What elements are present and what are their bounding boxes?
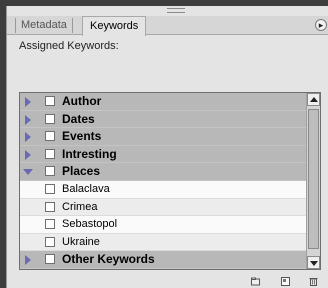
keyword-label: Ukraine <box>62 235 100 248</box>
scroll-down-button[interactable] <box>307 256 320 269</box>
assigned-keywords-field[interactable] <box>18 56 318 80</box>
up-arrow-icon <box>310 97 318 102</box>
panel-menu-icon[interactable]: ▸ <box>315 19 327 31</box>
scroll-up-button[interactable] <box>307 93 320 106</box>
expand-triangle-icon[interactable] <box>25 132 31 143</box>
keyword-label: Crimea <box>62 200 98 213</box>
keyword-checkbox[interactable] <box>45 254 55 265</box>
expand-triangle-icon[interactable] <box>25 255 31 266</box>
keyword-row-author[interactable]: Author <box>20 93 306 111</box>
new-keyword-set-icon[interactable] <box>251 277 260 286</box>
delete-keyword-icon[interactable] <box>309 277 318 286</box>
keyword-checkbox[interactable] <box>45 219 55 230</box>
keyword-checkbox[interactable] <box>45 183 55 194</box>
down-arrow-icon <box>310 261 318 266</box>
vertical-scrollbar[interactable] <box>306 93 320 269</box>
keyword-label: Places <box>62 164 101 179</box>
keywords-panel: Metadata Keywords ▸ Assigned Keywords: A… <box>6 6 328 288</box>
scroll-thumb[interactable] <box>308 109 319 249</box>
tab-keywords[interactable]: Keywords <box>82 16 147 36</box>
keyword-checkbox[interactable] <box>45 148 55 159</box>
keyword-row-other-keywords[interactable]: Other Keywords <box>20 251 306 269</box>
keyword-checkbox[interactable] <box>45 131 55 142</box>
keyword-row-dates[interactable]: Dates <box>20 110 306 129</box>
keyword-row-balaclava[interactable]: Balaclava <box>20 180 306 199</box>
tab-metadata[interactable]: Metadata <box>15 18 73 33</box>
keyword-row-places[interactable]: Places <box>20 163 306 181</box>
keyword-label: Other Keywords <box>62 252 155 267</box>
tab-bar: Metadata Keywords <box>7 16 328 36</box>
expand-triangle-icon[interactable] <box>25 97 31 107</box>
keyword-rows: Author Dates Events Intresting Places Ba… <box>20 93 306 269</box>
keyword-label: Events <box>62 129 102 144</box>
keyword-row-crimea[interactable]: Crimea <box>20 198 306 217</box>
keyword-row-intresting[interactable]: Intresting <box>20 145 306 164</box>
keyword-row-events[interactable]: Events <box>20 128 306 146</box>
keyword-label: Intresting <box>62 146 117 161</box>
keyword-label: Sebastopol <box>62 218 118 231</box>
keyword-row-ukraine[interactable]: Ukraine <box>20 233 306 252</box>
keyword-checkbox[interactable] <box>45 201 55 212</box>
keyword-checkbox[interactable] <box>45 113 55 124</box>
keyword-checkbox[interactable] <box>45 166 55 177</box>
keyword-checkbox[interactable] <box>45 96 55 106</box>
new-keyword-icon[interactable] <box>281 277 290 286</box>
keyword-row-sebastopol[interactable]: Sebastopol <box>20 216 306 234</box>
keyword-label: Dates <box>62 111 95 126</box>
assigned-keywords-label: Assigned Keywords: <box>19 40 119 52</box>
expand-triangle-icon[interactable] <box>25 149 31 160</box>
keyword-checkbox[interactable] <box>45 236 55 247</box>
keyword-list: Author Dates Events Intresting Places Ba… <box>19 92 321 270</box>
keyword-label: Author <box>62 94 102 108</box>
collapse-triangle-icon[interactable] <box>23 169 33 176</box>
keyword-label: Balaclava <box>62 182 110 195</box>
panel-grip[interactable] <box>167 8 185 13</box>
expand-triangle-icon[interactable] <box>25 114 31 125</box>
panel-footer <box>7 274 328 288</box>
